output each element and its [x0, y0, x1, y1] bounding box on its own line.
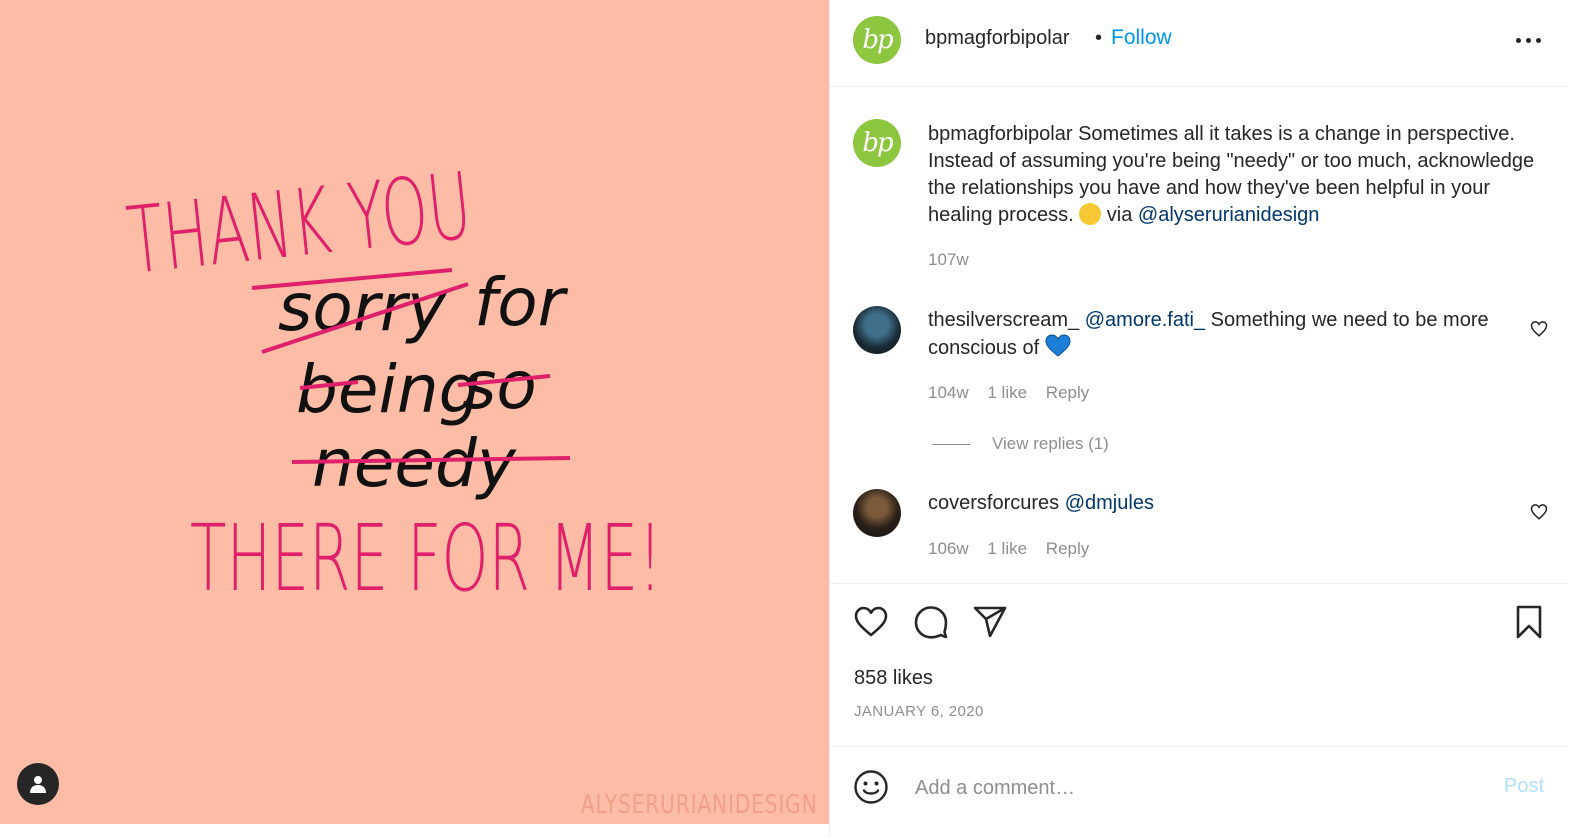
- post-image[interactable]: THANK YOU sorry for being so needy THERE…: [0, 0, 830, 824]
- likes-count[interactable]: 858 likes: [854, 667, 933, 690]
- comment-input[interactable]: [913, 771, 1477, 805]
- comment-mention[interactable]: @dmjules: [1065, 492, 1154, 514]
- share-icon[interactable]: [972, 604, 1008, 640]
- caption-username[interactable]: bpmagforbipolar: [928, 123, 1073, 145]
- view-replies-line: [932, 444, 970, 445]
- author-username[interactable]: bpmagforbipolar: [925, 27, 1070, 50]
- bookmark-icon[interactable]: [1511, 604, 1547, 640]
- more-options-icon[interactable]: [1516, 38, 1542, 44]
- comment-meta: 104w 1 like Reply: [928, 383, 1089, 403]
- user-tag-icon: [30, 776, 46, 793]
- post-side-panel: bp bpmagforbipolar • Follow bp bpmagforb…: [830, 0, 1568, 837]
- caption-mention[interactable]: @alyserurianidesign: [1138, 204, 1320, 226]
- view-replies-button[interactable]: View replies (1): [992, 434, 1109, 454]
- image-bottom-strip: [0, 824, 830, 837]
- header-separator: •: [1095, 27, 1103, 49]
- follow-button[interactable]: Follow: [1111, 26, 1172, 50]
- post-artwork: THANK YOU sorry for being so needy THERE…: [122, 152, 662, 612]
- author-avatar[interactable]: bp: [853, 16, 901, 64]
- comment-username[interactable]: coversforcures: [928, 492, 1059, 514]
- comment-likes[interactable]: 1 like: [987, 539, 1027, 558]
- comment-reply-button[interactable]: Reply: [1046, 539, 1089, 558]
- comment-reply-button[interactable]: Reply: [1046, 383, 1089, 402]
- artist-watermark: ALYSERURIANIDESIGN: [581, 790, 818, 820]
- comment-mention[interactable]: @amore.fati_: [1085, 309, 1205, 331]
- comment-text: coversforcures @dmjules: [928, 490, 1513, 517]
- emoji-icon: [1079, 203, 1102, 225]
- blue-heart-icon: [1045, 334, 1071, 357]
- caption-avatar[interactable]: bp: [853, 119, 901, 167]
- artwork-there-for-me: THERE FOR ME!: [190, 505, 662, 612]
- comment-text: thesilverscream_ @amore.fati_ Something …: [928, 307, 1513, 362]
- add-comment-bar: Post: [830, 746, 1568, 838]
- post-actions: [830, 600, 1568, 644]
- comment-username[interactable]: thesilverscream_: [928, 309, 1079, 331]
- comment-like-icon[interactable]: [1530, 503, 1548, 521]
- comment-likes[interactable]: 1 like: [987, 383, 1027, 402]
- artwork-needy: needy: [312, 425, 517, 502]
- comment-like-icon[interactable]: [1530, 320, 1548, 338]
- artwork-sorry: sorry: [278, 269, 447, 346]
- caption-via: via: [1106, 204, 1133, 226]
- smiley-icon[interactable]: [853, 769, 889, 805]
- comment-meta: 106w 1 like Reply: [928, 539, 1089, 559]
- commenter-avatar[interactable]: [853, 489, 901, 537]
- caption-time[interactable]: 107w: [928, 250, 969, 269]
- comments-section[interactable]: bp bpmagforbipolar Sometimes all it take…: [830, 87, 1568, 584]
- artwork-being: being: [296, 351, 481, 428]
- post-header: bp bpmagforbipolar • Follow: [830, 0, 1568, 87]
- caption-text: bpmagforbipolar Sometimes all it takes i…: [928, 121, 1548, 229]
- commenter-avatar[interactable]: [853, 306, 901, 354]
- comment-time[interactable]: 106w: [928, 539, 969, 558]
- post-comment-button[interactable]: Post: [1504, 775, 1544, 798]
- post-date[interactable]: JANUARY 6, 2020: [854, 703, 984, 720]
- heart-icon[interactable]: [853, 604, 889, 640]
- comment-time[interactable]: 104w: [928, 383, 969, 402]
- scroll-gutter: [1568, 0, 1592, 837]
- caption-meta: 107w: [928, 250, 969, 270]
- artwork-for: for: [474, 264, 569, 341]
- tagged-users-button[interactable]: [17, 763, 59, 805]
- comment-icon[interactable]: [913, 604, 949, 640]
